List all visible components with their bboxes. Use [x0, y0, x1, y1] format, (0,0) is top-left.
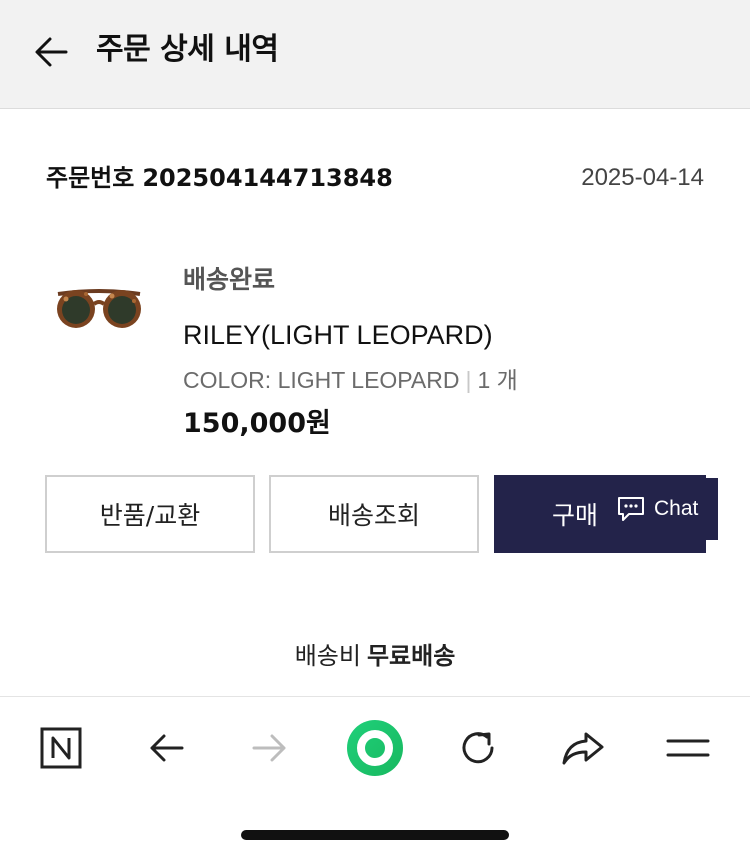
- browser-forward-button[interactable]: [242, 720, 298, 776]
- product-option: COLOR: LIGHT LEOPARD | 1 개: [183, 364, 518, 396]
- forward-icon: [252, 734, 286, 762]
- shipping-fee-value: 무료배송: [366, 642, 456, 670]
- product-name[interactable]: RILEY(LIGHT LEOPARD): [183, 316, 493, 354]
- back-icon: [150, 734, 184, 762]
- product-item: 배송완료 RILEY(LIGHT LEOPARD) COLOR: LIGHT L…: [46, 258, 706, 448]
- order-info-row: 주문번호 202504144713848 2025-04-14: [46, 158, 706, 198]
- menu-icon: [666, 739, 710, 757]
- arrow-left-icon: [35, 37, 68, 67]
- tracking-button[interactable]: 배송조회: [269, 475, 479, 553]
- green-dot-button[interactable]: [345, 718, 405, 778]
- page-title: 주문 상세 내역: [96, 32, 279, 67]
- home-button[interactable]: [33, 720, 89, 776]
- order-number: 주문번호 202504144713848: [46, 158, 393, 198]
- chat-bubble-icon: [618, 497, 644, 521]
- share-icon: [562, 732, 604, 765]
- return-exchange-button[interactable]: 반품/교환: [45, 475, 255, 553]
- option-quantity: 1 개: [477, 367, 518, 393]
- browser-toolbar: [0, 698, 750, 798]
- share-button[interactable]: [555, 720, 611, 776]
- header: 주문 상세 내역: [0, 0, 750, 109]
- delivery-status: 배송완료: [183, 265, 276, 294]
- divider: [0, 696, 750, 697]
- option-color: COLOR: LIGHT LEOPARD: [183, 367, 460, 393]
- browser-back-button[interactable]: [138, 720, 194, 776]
- product-image[interactable]: [54, 282, 144, 332]
- sunglasses-icon: [57, 289, 141, 328]
- chat-button[interactable]: Chat: [598, 478, 718, 540]
- order-date: 2025-04-14: [581, 164, 704, 191]
- order-number-value: 202504144713848: [142, 164, 393, 192]
- refresh-icon: [462, 732, 494, 764]
- shipping-fee-label: 배송비: [294, 642, 361, 670]
- menu-button[interactable]: [660, 720, 716, 776]
- back-button[interactable]: [30, 30, 74, 74]
- shipping-fee: 배송비 무료배송: [0, 636, 750, 676]
- option-separator: |: [465, 367, 472, 393]
- n-home-icon: [40, 727, 82, 769]
- refresh-button[interactable]: [450, 720, 506, 776]
- home-indicator: [241, 830, 509, 840]
- order-number-label: 주문번호: [46, 164, 135, 192]
- green-dot-icon: [347, 720, 403, 776]
- product-price: 150,000원: [183, 408, 331, 439]
- chat-label: Chat: [654, 497, 699, 520]
